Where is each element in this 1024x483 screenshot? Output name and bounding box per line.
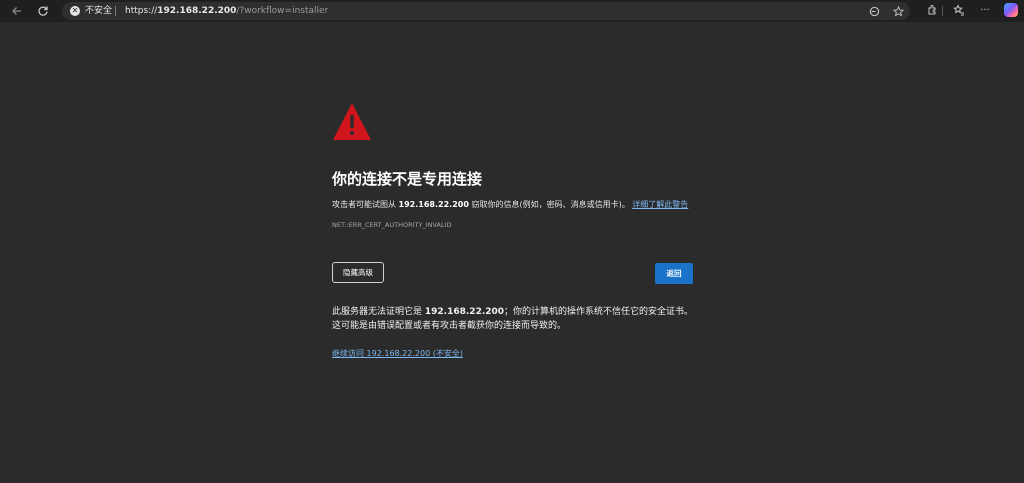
hide-advanced-button[interactable]: 隐藏高级 bbox=[332, 262, 384, 283]
not-secure-label[interactable]: 不安全 bbox=[85, 4, 112, 18]
read-aloud-icon[interactable] bbox=[868, 5, 880, 17]
desc-host: 192.168.22.200 bbox=[398, 200, 469, 209]
reload-icon[interactable] bbox=[35, 3, 51, 19]
desc-suffix: 窃取你的信息(例如，密码、消息或信用卡)。 bbox=[471, 200, 630, 209]
advanced-explanation: 此服务器无法证明它是 192.168.22.200；你的计算机的操作系统不信任它… bbox=[332, 305, 694, 333]
address-bar[interactable]: ✕ 不安全 https://192.168.22.200/?workflow=i… bbox=[62, 2, 910, 20]
favorite-star-icon[interactable] bbox=[892, 5, 904, 17]
browser-toolbar: ✕ 不安全 https://192.168.22.200/?workflow=i… bbox=[0, 0, 1024, 22]
favorites-icon[interactable] bbox=[952, 3, 966, 17]
error-description: 攻击者可能试图从 192.168.22.200 窃取你的信息(例如，密码、消息或… bbox=[332, 199, 688, 210]
more-options-icon[interactable]: ··· bbox=[978, 3, 992, 17]
url-text[interactable]: https://192.168.22.200/?workflow=install… bbox=[125, 4, 328, 18]
proceed-unsafe-link[interactable]: 继续访问 192.168.22.200 (不安全) bbox=[332, 348, 463, 359]
warning-triangle-icon bbox=[333, 103, 371, 140]
error-code: NET::ERR_CERT_AUTHORITY_INVALID bbox=[332, 221, 452, 229]
desc-prefix: 攻击者可能试图从 bbox=[332, 200, 396, 209]
back-icon[interactable] bbox=[9, 3, 25, 19]
explain-host: 192.168.22.200 bbox=[424, 307, 505, 317]
learn-more-link[interactable]: 详细了解此警告 bbox=[632, 200, 688, 209]
page-title: 你的连接不是专用连接 bbox=[332, 170, 483, 188]
copilot-icon[interactable] bbox=[1004, 3, 1018, 17]
url-scheme: https:// bbox=[125, 6, 158, 16]
address-separator bbox=[115, 6, 116, 16]
back-button[interactable]: 返回 bbox=[655, 263, 693, 284]
url-path: /?workflow=installer bbox=[236, 6, 329, 16]
extensions-icon[interactable] bbox=[925, 3, 939, 17]
toolbar-separator bbox=[942, 6, 943, 16]
not-secure-icon[interactable]: ✕ bbox=[70, 6, 80, 16]
explain-prefix: 此服务器无法证明它是 bbox=[332, 307, 423, 317]
url-host: 192.168.22.200 bbox=[157, 6, 237, 16]
